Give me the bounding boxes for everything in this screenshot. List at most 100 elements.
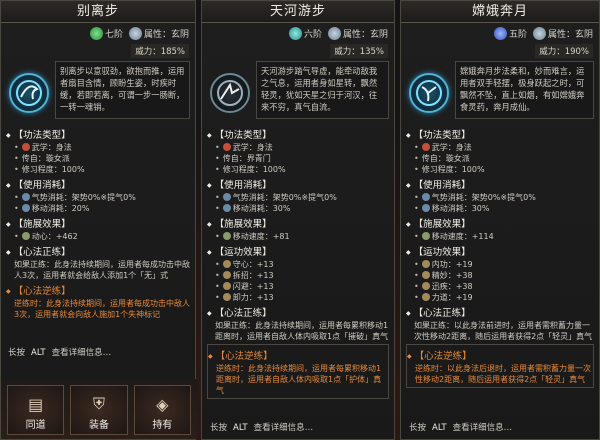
heart-icon bbox=[21, 232, 30, 240]
speed-icon bbox=[421, 232, 430, 240]
section-zheng-heading: 【心法正练】 bbox=[406, 307, 594, 320]
zheng-text: 如果正练：此身法持续期间，运用者每成功击中敌人3次，运用者就会给敌人添加1个「无… bbox=[14, 260, 190, 280]
yun-row: 迅疾：+38 bbox=[406, 281, 594, 292]
guard-icon bbox=[222, 260, 231, 268]
zheng-text: 如果正练：此身法持续期间，运用者每累积移动1距离时，运用者自敌人体内吸取1点「摧… bbox=[215, 321, 389, 341]
dodge-icon bbox=[222, 282, 231, 290]
skill-panel-change-benyue: 嫦娥奔月 五阶 属性：玄阴 威力：190% 嫦娥奔月步法柔和，妙而难言，运用者双… bbox=[400, 0, 600, 440]
section-effect-heading: 【施展效果】 bbox=[406, 218, 594, 231]
section-type-heading: 【功法类型】 bbox=[207, 129, 389, 142]
bag-icon: ◈ bbox=[156, 395, 169, 414]
effect-row: 移动速度：+114 bbox=[406, 231, 594, 242]
type-row: 武学：身法 bbox=[6, 142, 190, 153]
attribute-badge: 属性：玄阴 bbox=[327, 27, 388, 40]
yun-row: 卸力：+13 bbox=[207, 292, 389, 303]
skill-panel-bielibu: 别离步 七阶 属性：玄阴 威力：185% 别离步以意驭劲，欲抱而推，运用者扇目含… bbox=[0, 0, 197, 440]
type-row: 传自：璇女派 bbox=[6, 153, 190, 164]
rank-label: 五阶 bbox=[508, 30, 527, 40]
section-ni-heading: 【心法逆练】 bbox=[407, 350, 593, 363]
cost-row: 气势消耗：架势0%※提气0% bbox=[406, 192, 594, 203]
cost-row: 气势消耗：架势0%※提气0% bbox=[207, 192, 389, 203]
yun-row: 拆招：+13 bbox=[207, 270, 389, 281]
effect-row: 动心：+462 bbox=[6, 231, 190, 242]
effect-row: 移动速度：+81 bbox=[207, 231, 389, 242]
rank-label: 六阶 bbox=[303, 30, 322, 40]
armor-icon: ⛨ bbox=[92, 394, 105, 413]
ni-text: 逆练时：此身法持续期间，运用者每累积移动1距离时，运用者自敌人体内吸取1点「护体… bbox=[216, 364, 382, 395]
yun-row: 内功：+19 bbox=[406, 259, 594, 270]
martial-icon bbox=[421, 143, 430, 151]
skill-description: 嫦娥奔月步法柔和，妙而难言，运用者双手轻摆，极身跃起之时，可飘然不坠，直上如烟，… bbox=[455, 61, 594, 119]
cost-row: 气势消耗：架势0%※提气0% bbox=[6, 192, 190, 203]
yun-row: 力道：+19 bbox=[406, 292, 594, 303]
martial-icon bbox=[222, 143, 231, 151]
power-value: 威力：190% bbox=[535, 44, 593, 58]
attribute-badge: 属性：玄阴 bbox=[532, 27, 593, 40]
alt-key: ALT bbox=[31, 348, 46, 358]
martial-icon bbox=[21, 143, 30, 151]
parry-icon bbox=[222, 271, 231, 279]
equipment-button[interactable]: ⛨ 装备 bbox=[70, 385, 128, 435]
section-type-heading: 【功法类型】 bbox=[6, 129, 190, 142]
type-row: 传自：界青门 bbox=[207, 153, 389, 164]
inventory-button[interactable]: ◈ 持有 bbox=[133, 385, 191, 435]
ni-text: 逆练时：以此身法后退时，运用者需积蓄力量一次性移动2距离，随后运用者获得2点「轻… bbox=[415, 364, 591, 384]
skill-description: 别离步以意驭劲，欲抱而推，运用者扇目含情，顾盼生姿，时疾时缓，若即若离，可谓一步… bbox=[55, 61, 190, 119]
yun-row: 闪避：+13 bbox=[207, 281, 389, 292]
rank-badge: 五阶 bbox=[493, 27, 527, 40]
rank-icon bbox=[89, 27, 103, 40]
type-row: 武学：身法 bbox=[406, 142, 594, 153]
yun-row: 精妙：+38 bbox=[406, 270, 594, 281]
section-cost-heading: 【使用消耗】 bbox=[6, 179, 190, 192]
move-icon bbox=[421, 204, 430, 212]
type-row: 修习程度：100% bbox=[207, 164, 389, 175]
type-row: 传自：璇女派 bbox=[406, 153, 594, 164]
attribute-icon bbox=[532, 27, 546, 40]
zheng-text: 如果正练：以此身法前进时，运用者需积蓄力量一次性移动2距离，随后运用者获得2点「… bbox=[414, 321, 593, 341]
strength-icon bbox=[421, 293, 430, 301]
type-row: 武学：身法 bbox=[207, 142, 389, 153]
skill-emblem-icon bbox=[210, 73, 250, 113]
skill-description: 天河游步踏气导虚，能牵动敌我之气息，运用者身如星转，飘然轻灵，犹如天星之归于河汉… bbox=[256, 61, 389, 119]
skill-emblem-icon bbox=[409, 73, 449, 113]
section-ni-heading: 【心法逆练】 bbox=[208, 350, 388, 363]
move-icon bbox=[21, 204, 30, 212]
rank-icon bbox=[493, 27, 507, 40]
deflect-icon bbox=[222, 293, 231, 301]
section-effect-heading: 【施展效果】 bbox=[207, 218, 389, 231]
skill-panel-tianheyoubu: 天河游步 六阶 属性：玄阴 威力：135% 天河游步踏气导虚，能牵动敌我之气息，… bbox=[201, 0, 395, 440]
rank-badge: 六阶 bbox=[288, 27, 322, 40]
swift-icon bbox=[421, 282, 430, 290]
cost-row: 移动消耗：30% bbox=[406, 203, 594, 214]
type-row: 修习程度：100% bbox=[6, 164, 190, 175]
attribute-icon bbox=[128, 27, 142, 40]
qi-icon bbox=[421, 193, 430, 201]
inner-icon bbox=[421, 260, 430, 268]
section-yun-heading: 【运功效果】 bbox=[406, 246, 594, 259]
ni-text: 逆练时：此身法持续期间，运用者每成功击中敌人3次，运用者就会向敌人施加1个失神标… bbox=[14, 299, 190, 319]
cost-row: 移动消耗：30% bbox=[207, 203, 389, 214]
section-type-heading: 【功法类型】 bbox=[406, 129, 594, 142]
rank-label: 七阶 bbox=[104, 30, 123, 40]
companions-button[interactable]: ▤ 同道 bbox=[7, 385, 65, 435]
panel-title: 别离步 bbox=[1, 1, 195, 23]
section-yun-heading: 【运功效果】 bbox=[207, 246, 389, 259]
section-zheng-heading: 【心法正练】 bbox=[207, 307, 389, 320]
section-effect-heading: 【施展效果】 bbox=[6, 218, 190, 231]
attribute-label: 属性：玄阴 bbox=[342, 30, 388, 40]
type-row: 修习程度：100% bbox=[406, 164, 594, 175]
qi-icon bbox=[222, 193, 231, 201]
attribute-label: 属性：玄阴 bbox=[143, 30, 189, 40]
finesse-icon bbox=[421, 271, 430, 279]
yun-row: 守心：+13 bbox=[207, 259, 389, 270]
alt-key: ALT bbox=[233, 423, 248, 433]
cards-icon: ▤ bbox=[28, 395, 44, 414]
move-icon bbox=[222, 204, 231, 212]
footer-hint: 长按 ALT 查看详细信息… bbox=[409, 423, 513, 433]
rank-icon bbox=[288, 27, 302, 40]
section-ni-heading: 【心法逆练】 bbox=[6, 285, 190, 298]
qi-icon bbox=[21, 193, 30, 201]
power-value: 威力：135% bbox=[330, 44, 388, 58]
footer-hint: 长按 ALT 查看详细信息… bbox=[8, 348, 112, 358]
section-cost-heading: 【使用消耗】 bbox=[207, 179, 389, 192]
